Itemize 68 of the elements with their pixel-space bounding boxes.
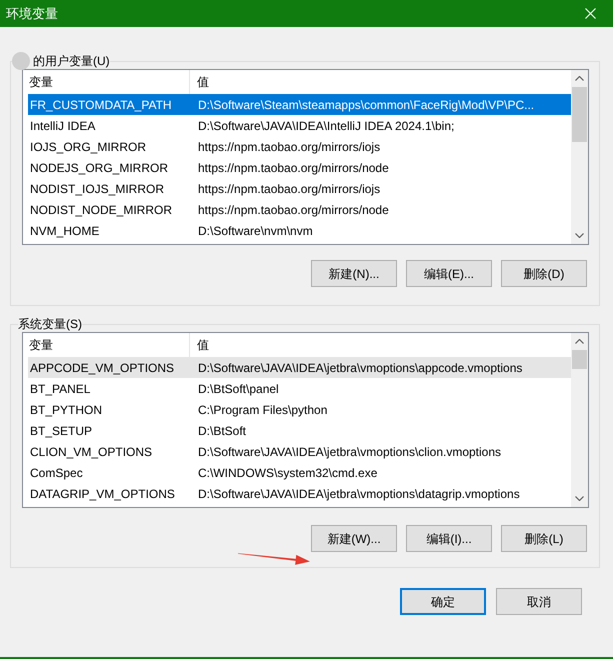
chevron-down-icon[interactable] (575, 496, 584, 501)
variable-name: BT_PANEL (29, 380, 92, 398)
chevron-down-icon[interactable] (575, 233, 584, 238)
list-row[interactable]: DATAGRIP_VM_OPTIONS D:\Software\JAVA\IDEA\jetbra\vmoptions\datagrip.vmoptions (28, 483, 571, 504)
variable-value: https://npm.taobao.org/mirrors/iojs (197, 138, 380, 156)
list-row[interactable]: BT_PANEL D:\BtSoft\panel (28, 378, 571, 399)
variable-name: ComSpec (29, 464, 84, 482)
variable-name: NODIST_NODE_MIRROR (29, 202, 174, 218)
list-row[interactable]: NODIST_IOJS_MIRROR https://npm.taobao.org/mirrors/iojs (28, 178, 571, 199)
delete-button[interactable]: 删除(L) (501, 525, 587, 552)
window-title: 环境变量 (5, 4, 58, 23)
variable-name: NODEJS_ORG_MIRROR (29, 160, 170, 176)
blurred-patch (12, 52, 30, 70)
variable-name: APPCODE_VM_OPTIONS (29, 360, 176, 376)
scrollbar[interactable] (571, 70, 588, 244)
list-row[interactable]: IOJS_ORG_MIRROR https://npm.taobao.org/mirrors/iojs (28, 136, 571, 157)
variable-name: DATAGRIP_VM_OPTIONS (29, 486, 176, 502)
edit-button[interactable]: 编辑(E)... (406, 260, 492, 287)
chevron-up-icon[interactable] (575, 339, 584, 344)
column-header[interactable]: 值 (190, 333, 571, 357)
scrollbar[interactable] (571, 333, 588, 507)
scrollbar-thumb[interactable] (572, 87, 587, 142)
ok-button[interactable]: 确定 (400, 588, 486, 615)
close-icon (584, 8, 596, 19)
variable-name: IOJS_ORG_MIRROR (29, 138, 148, 156)
variable-value: D:\Software\JAVA\IDEA\jetbra\vmoptions\appcode.vmoptions (197, 360, 522, 376)
variable-name: BT_SETUP (29, 422, 94, 440)
variable-value: D:\BtSoft\panel (197, 380, 279, 398)
variable-value: D:\Software\JAVA\IDEA\jetbra\vmoptions\clion.vmoptions (197, 444, 502, 460)
list-row[interactable]: FR_CUSTOMDATA_PATH D:\Software\Steam\steamapps\common\FaceRig\Mod\VP\PC... (28, 94, 571, 115)
variable-value: D:\Software\Steam\steamapps\common\FaceRig\Mod\VP\PC... (197, 96, 534, 114)
variable-value: D:\Software\JAVA\IDEA\jetbra\vmoptions\datagrip.vmoptions (197, 486, 520, 502)
column-header[interactable]: 值 (190, 70, 571, 94)
new-button[interactable]: 新建(W)... (311, 525, 397, 552)
list-view[interactable] (22, 69, 589, 245)
list-view[interactable] (22, 332, 589, 508)
variable-value: https://npm.taobao.org/mirrors/iojs (197, 180, 380, 198)
variable-name: NVM_HOME (29, 222, 100, 240)
variable-value: C:\WINDOWS\system32\cmd.exe (197, 464, 378, 482)
cancel-button[interactable]: 取消 (496, 588, 582, 615)
variable-name: IntelliJ IDEA (29, 118, 96, 134)
list-row[interactable]: ComSpec C:\WINDOWS\system32\cmd.exe (28, 462, 571, 483)
list-row[interactable]: BT_SETUP D:\BtSoft (28, 420, 571, 441)
group-label: 的用户变量(U) (33, 53, 110, 69)
chevron-up-icon[interactable] (575, 76, 584, 81)
variable-value: D:\BtSoft (197, 422, 246, 440)
variable-name: FR_CUSTOMDATA_PATH (29, 96, 173, 114)
list-row[interactable]: NODEJS_ORG_MIRROR https://npm.taobao.org/mirrors/node (28, 157, 571, 178)
variable-value: D:\Software\nvm\nvm (197, 222, 313, 240)
list-row[interactable]: NVM_HOME D:\Software\nvm\nvm (28, 220, 571, 241)
variable-value: D:\Software\JAVA\IDEA\IntelliJ IDEA 2024.1\bin; (197, 118, 454, 134)
variable-value: https://npm.taobao.org/mirrors/node (197, 202, 389, 218)
list-row[interactable]: NODIST_NODE_MIRROR https://npm.taobao.org/mirrors/node (28, 199, 571, 220)
variable-value: C:\Program Files\python (197, 402, 328, 418)
delete-button[interactable]: 删除(D) (501, 260, 587, 287)
list-row[interactable]: APPCODE_VM_OPTIONS D:\Software\JAVA\IDEA\jetbra\vmoptions\appcode.vmoptions (28, 357, 571, 378)
list-row[interactable]: CLION_VM_OPTIONS D:\Software\JAVA\IDEA\jetbra\vmoptions\clion.vmoptions (28, 441, 571, 462)
variable-name: BT_PYTHON (29, 402, 104, 418)
variable-name: NODIST_IOJS_MIRROR (29, 180, 166, 198)
list-row[interactable]: BT_PYTHON C:\Program Files\python (28, 399, 571, 420)
new-button[interactable]: 新建(N)... (311, 260, 397, 287)
variable-value: https://npm.taobao.org/mirrors/node (197, 160, 389, 176)
group-label: 系统变量(S) (18, 316, 82, 332)
scrollbar-thumb[interactable] (572, 350, 587, 369)
list-row[interactable]: IntelliJ IDEA D:\Software\JAVA\IDEA\IntelliJ IDEA 2024.1\bin; (28, 115, 571, 136)
edit-button[interactable]: 编辑(I)... (406, 525, 492, 552)
variable-name: CLION_VM_OPTIONS (29, 444, 154, 460)
pointer-arrow (238, 553, 310, 565)
